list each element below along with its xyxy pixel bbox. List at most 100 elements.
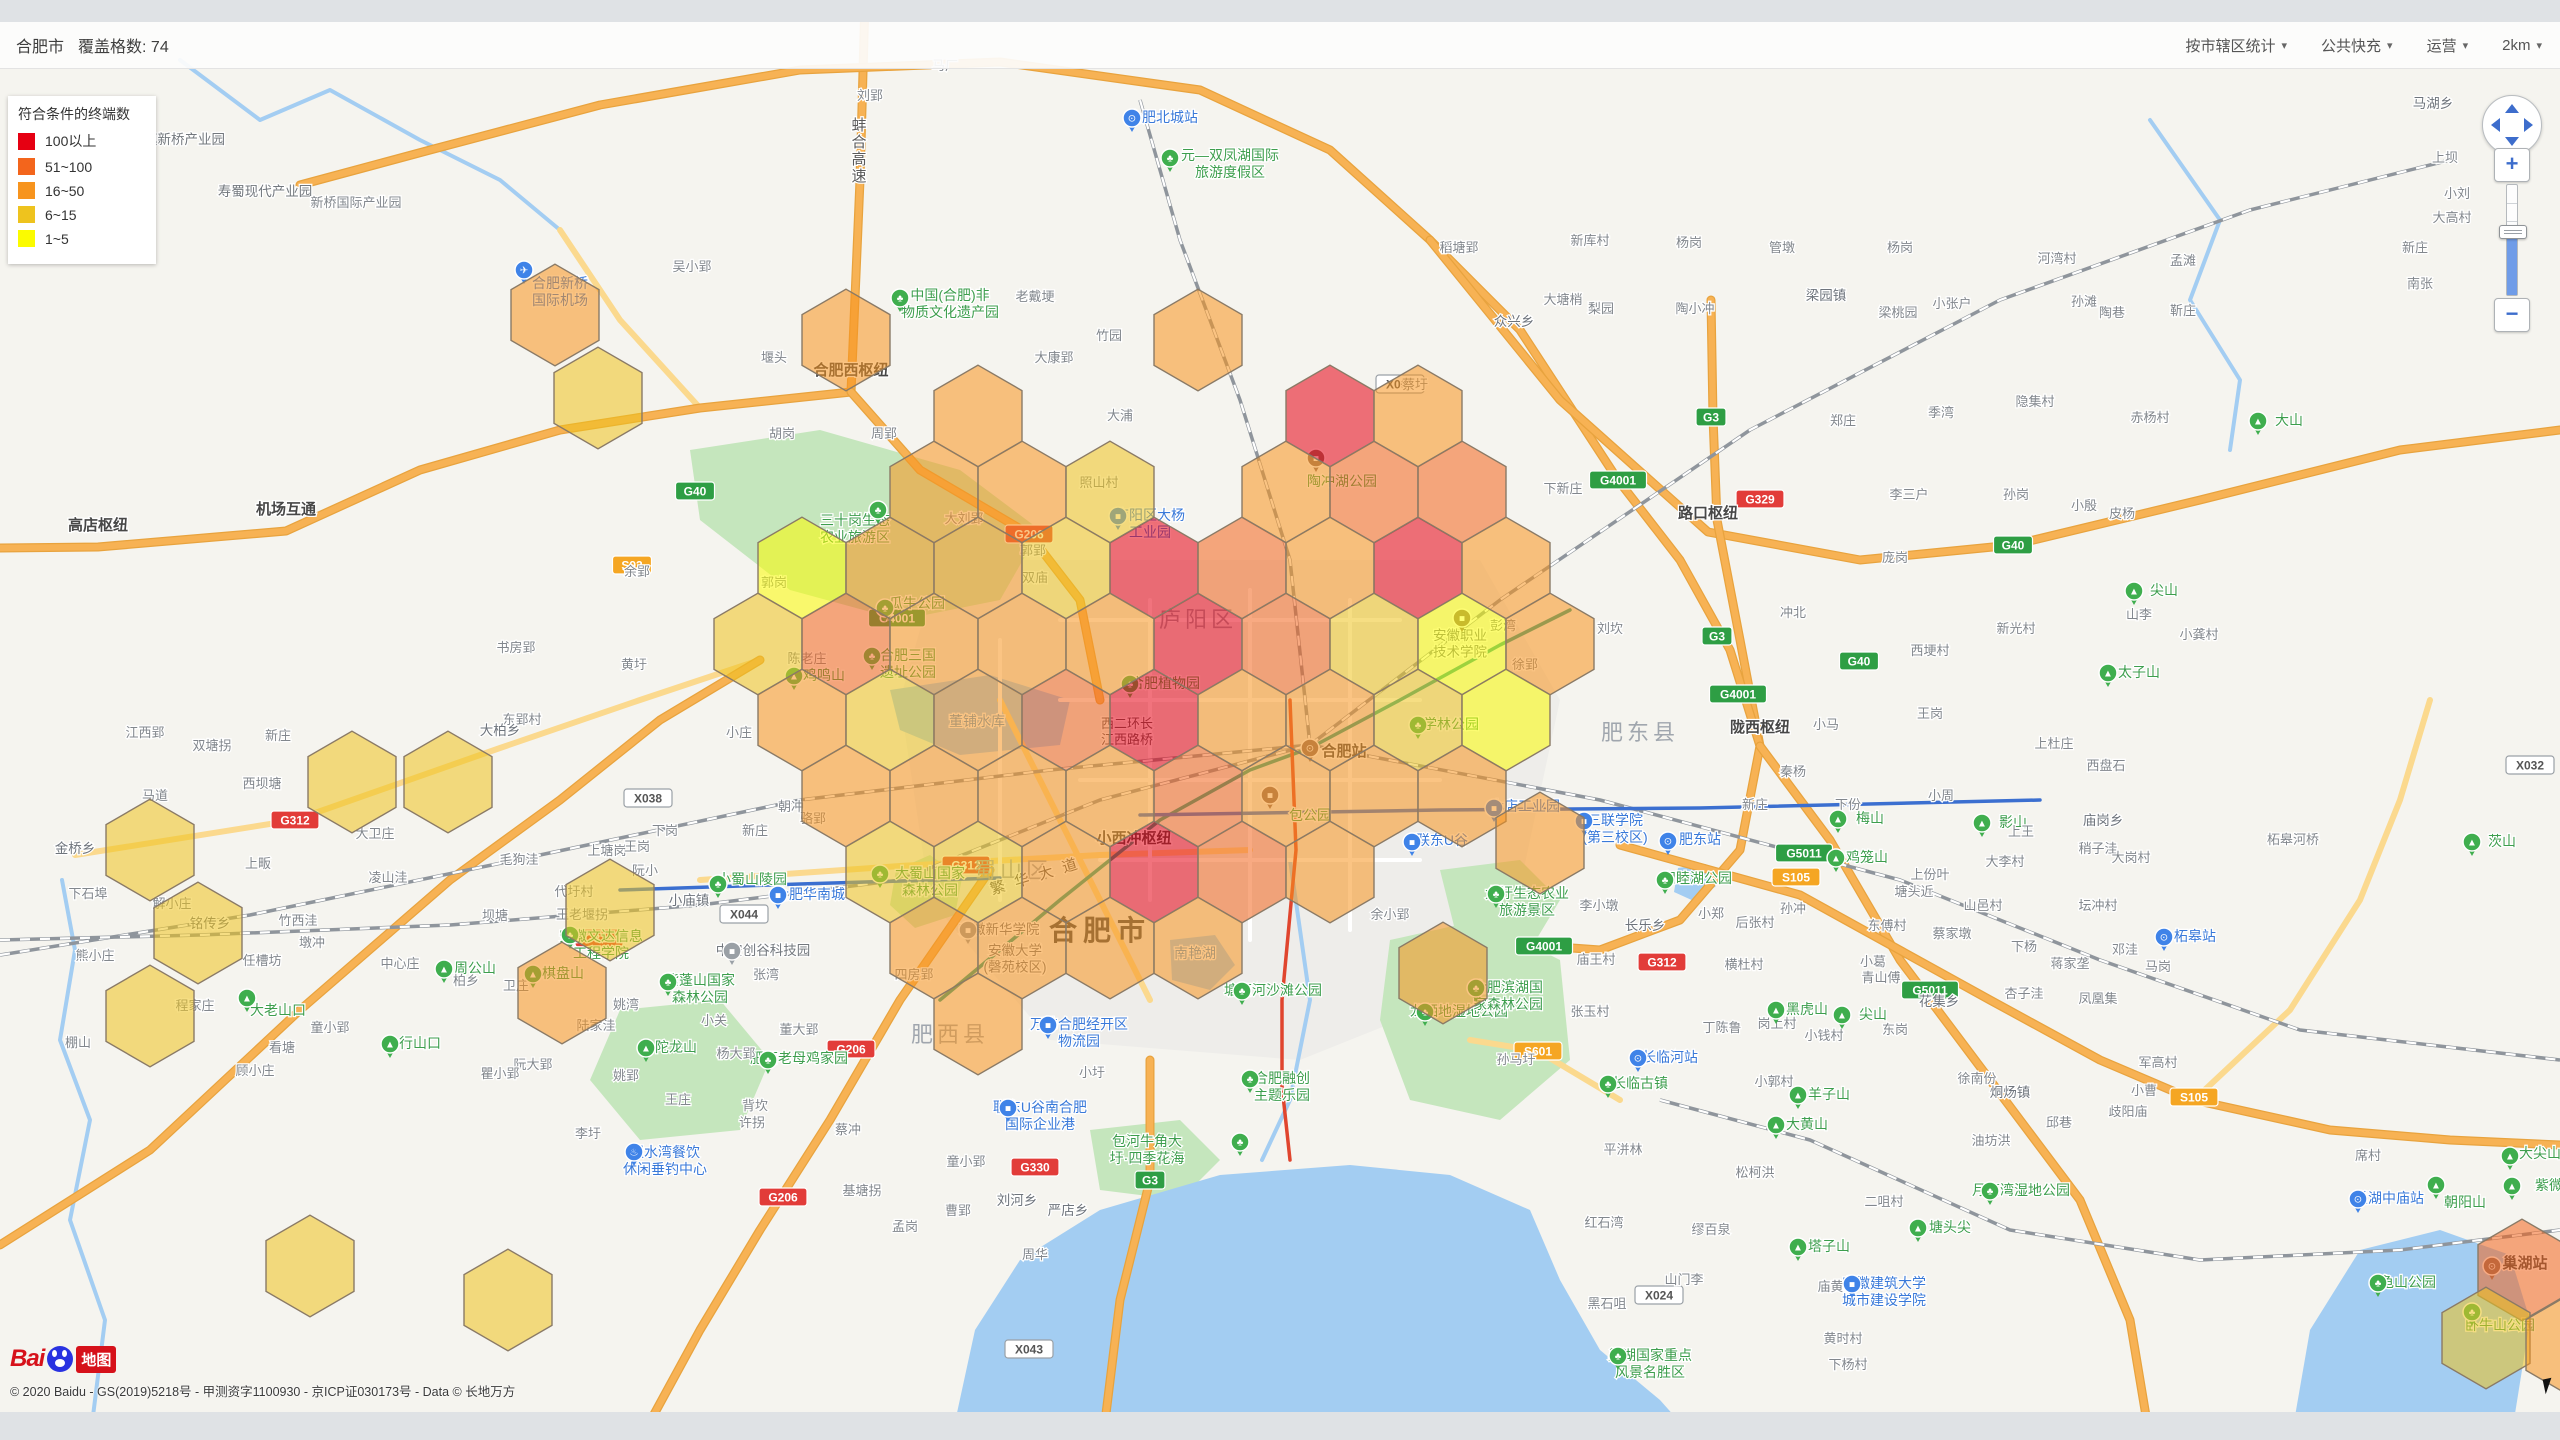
coverage-summary: 合肥市 覆盖格数: 74	[16, 33, 169, 57]
map-label-g: 大尖山	[2519, 1145, 2560, 1161]
map-label-g: 陀龙山	[655, 1039, 697, 1055]
map-canvas[interactable]: G40G40G40G4001G4001G4001G4001G3G3G3G5011…	[0, 0, 2560, 1440]
map-label-v: 熊小庄	[75, 948, 114, 963]
zoom-in-button[interactable]: +	[2494, 148, 2530, 182]
mtn-icon-glyph: ▲	[2103, 669, 2113, 680]
map-label-v: 稻塘郢	[1439, 240, 1478, 255]
pan-control[interactable]	[2482, 95, 2542, 155]
road-badge-text: G4001	[1600, 474, 1636, 488]
map-label-v: 竹园	[1096, 328, 1122, 343]
map-label-v: 横杜村	[1724, 957, 1763, 972]
map-label-v: 杨岗	[1887, 240, 1913, 255]
map-label-v: 小圩	[1079, 1065, 1105, 1080]
map-label-v: 刘郢	[857, 88, 883, 103]
map-label-v: 西坝塘	[242, 776, 281, 791]
map-label-v: 刘坎	[1597, 621, 1623, 636]
map-label-v: 小钱村	[1804, 1028, 1843, 1043]
pan-right-icon[interactable]	[2524, 118, 2533, 132]
map-label-v: 基塘拐	[842, 1183, 881, 1198]
map-label-v: 新庄	[742, 823, 768, 838]
map-label-v: 西盘石	[2086, 758, 2125, 773]
road-badge-text: G3	[1703, 411, 1719, 425]
top-window-strip	[0, 0, 2560, 22]
menu-label: 按市辖区统计	[2185, 35, 2275, 56]
map-label-g: 紫微洞	[2535, 1177, 2560, 1193]
chevron-down-icon: ▾	[2536, 39, 2542, 52]
map-label-g: 龟山公园	[2380, 1274, 2436, 1290]
menu-operation[interactable]: 运营▾	[2427, 35, 2469, 56]
copyright-text: © 2020 Baidu - GS(2019)5218号 - 甲测资字11009…	[10, 1381, 515, 1400]
mtn-icon-glyph: ▲	[1913, 1224, 1923, 1235]
map-label-g: 大黄山	[1786, 1116, 1828, 1132]
zoom-out-button[interactable]: −	[2494, 298, 2530, 332]
pan-down-icon[interactable]	[2505, 137, 2519, 146]
map-label-v: 小郑	[1698, 906, 1724, 921]
road-badge-text: S105	[1782, 871, 1810, 885]
pan-left-icon[interactable]	[2491, 118, 2500, 132]
map-label-v: 平洴林	[1603, 1142, 1642, 1157]
map-label-j: 陇西枢纽	[1730, 718, 1790, 736]
mtn-icon-glyph: ▲	[2253, 417, 2263, 428]
baidu-maps-logo[interactable]: Bai 地图	[10, 1345, 515, 1373]
tree-icon-glyph: ♣	[875, 506, 882, 517]
map-label-v: 江西郢	[125, 725, 164, 740]
mtn-icon-glyph: ▲	[2467, 838, 2477, 849]
map-label-v: 下石埠	[68, 886, 107, 901]
menu-charge-type[interactable]: 公共快充▾	[2321, 35, 2393, 56]
tree-icon-glyph: ♣	[715, 880, 722, 891]
map-label-v: 棚山	[65, 1035, 91, 1050]
map-label-v: 坝塘	[482, 908, 508, 923]
map-label-v: 冲北	[1780, 605, 1806, 620]
pan-up-icon[interactable]	[2505, 104, 2519, 113]
tree-icon-glyph: ♣	[1167, 154, 1174, 165]
map-label-v: 新庄	[2402, 240, 2428, 255]
menu-label: 2km	[2502, 37, 2530, 54]
map-label-t: 庙岗乡	[2083, 813, 2124, 828]
map-label-t: 花集乡	[1919, 994, 1960, 1009]
map-label-v: 东傅村	[1867, 918, 1906, 933]
tree-icon-glyph: ♣	[1237, 1138, 1244, 1149]
map-label-v: 新光村	[1996, 621, 2035, 636]
map-label-g: 中国(合肥)非物质文化遗产园	[901, 287, 999, 320]
map-label-t: 梁园镇	[1806, 288, 1847, 303]
legend-item: 6~15	[18, 206, 146, 223]
map-label-v: 杏子洼	[2004, 986, 2043, 1001]
map-label-v: 杨大郢	[716, 1046, 755, 1061]
mtn-icon-glyph: ▲	[242, 994, 252, 1005]
map-label-v: 后张村	[1735, 915, 1774, 930]
zoom-control: + −	[2494, 148, 2530, 332]
map-label-v: 松柯洪	[1735, 1165, 1774, 1180]
legend-swatch	[18, 158, 35, 175]
map-label-v: 李三户	[1889, 487, 1928, 502]
menu-statistic-mode[interactable]: 按市辖区统计▾	[2185, 35, 2287, 56]
map-label-v: 新庄	[265, 728, 291, 743]
map-label-v: 黑石咀	[1587, 1296, 1626, 1311]
map-label-v: 靳庄	[2170, 303, 2196, 318]
map-label-v: 双塘拐	[192, 738, 231, 753]
zoom-slider-handle[interactable]	[2499, 225, 2527, 239]
map-label-v: 席村	[2355, 1148, 2381, 1163]
zoom-slider[interactable]	[2506, 184, 2518, 296]
map-label-v: 柏乡	[453, 973, 479, 988]
train-icon-glyph: ⊙	[1634, 1054, 1642, 1065]
map-label-v: 瞿小郢	[480, 1066, 519, 1081]
chevron-down-icon: ▾	[2387, 39, 2393, 52]
map-label-v: 庞岗	[1882, 550, 1908, 565]
map-label-j: 路口枢纽	[1678, 504, 1738, 522]
map-label-v: 蔡家墩	[1932, 926, 1971, 941]
legend-swatch	[18, 182, 35, 199]
map-label-v: 皮杨	[2109, 506, 2135, 521]
menu-radius[interactable]: 2km ▾	[2502, 37, 2542, 54]
legend-label: 1~5	[45, 231, 69, 247]
road-badge-text: G40	[1848, 655, 1871, 669]
map-label-v: 背坎	[742, 1098, 768, 1113]
map-label-v: 上份叶	[1910, 867, 1949, 882]
map-label-b: 柘皋站	[2174, 928, 2216, 944]
map-label-g: 元—双凤湖国际旅游度假区	[1181, 147, 1279, 180]
map-label-g: 大山	[2275, 412, 2303, 428]
map-label-v: 上王	[2008, 824, 2034, 839]
map-label-v: 上坝	[2432, 150, 2458, 165]
mtn-icon-glyph: ▲	[1831, 854, 1841, 865]
bldg-icon-glyph: ■	[1005, 1104, 1011, 1115]
map-label-g: 塘头尖	[1929, 1219, 1971, 1235]
